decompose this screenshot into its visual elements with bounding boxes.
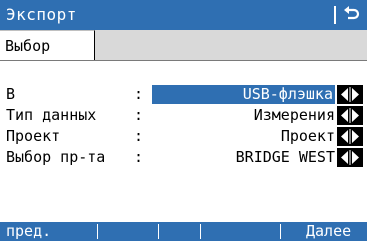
field-colon: : [134, 127, 144, 145]
field-project-select-label: Выбор пр-та [6, 148, 106, 166]
field-destination-label: В [6, 85, 16, 103]
left-right-arrows-icon[interactable] [337, 85, 363, 104]
softkey-separator [158, 224, 159, 239]
softkey-separator [200, 224, 201, 239]
field-project-select[interactable]: Выбор пр-та : BRIDGE WEST [0, 148, 367, 167]
softkey-prev-button[interactable]: пред. [6, 222, 51, 241]
field-data-type[interactable]: Тип данных : Измерения [0, 106, 367, 125]
field-project-select-value[interactable]: BRIDGE WEST [236, 148, 335, 167]
field-colon: : [134, 106, 144, 124]
field-project-label: Проект [6, 127, 61, 145]
left-right-arrows-icon[interactable] [337, 106, 363, 125]
softkey-next-button[interactable]: Далее [306, 222, 351, 241]
field-project[interactable]: Проект : Проект [0, 127, 367, 146]
field-data-type-value[interactable]: Измерения [254, 106, 335, 125]
softkey-bar: пред. Далее [0, 222, 367, 241]
title-separator [334, 6, 336, 24]
field-colon: : [134, 85, 144, 103]
left-right-arrows-icon[interactable] [337, 148, 363, 167]
field-data-type-label: Тип данных [6, 106, 97, 124]
field-destination-value[interactable]: USB-флэшка [152, 85, 335, 104]
tab-select[interactable]: Выбор [0, 30, 95, 60]
title-bar: Экспорт [0, 0, 367, 30]
window-title: Экспорт [6, 5, 77, 24]
field-destination[interactable]: В : USB-флэшка [0, 85, 367, 104]
tab-strip: Выбор [0, 30, 367, 61]
field-project-value[interactable]: Проект [281, 127, 335, 146]
left-right-arrows-icon[interactable] [337, 127, 363, 146]
field-colon: : [134, 148, 144, 166]
softkey-separator [280, 224, 281, 239]
tab-select-label: Выбор [5, 37, 51, 55]
back-icon[interactable] [341, 3, 363, 25]
softkey-separator [97, 224, 98, 239]
